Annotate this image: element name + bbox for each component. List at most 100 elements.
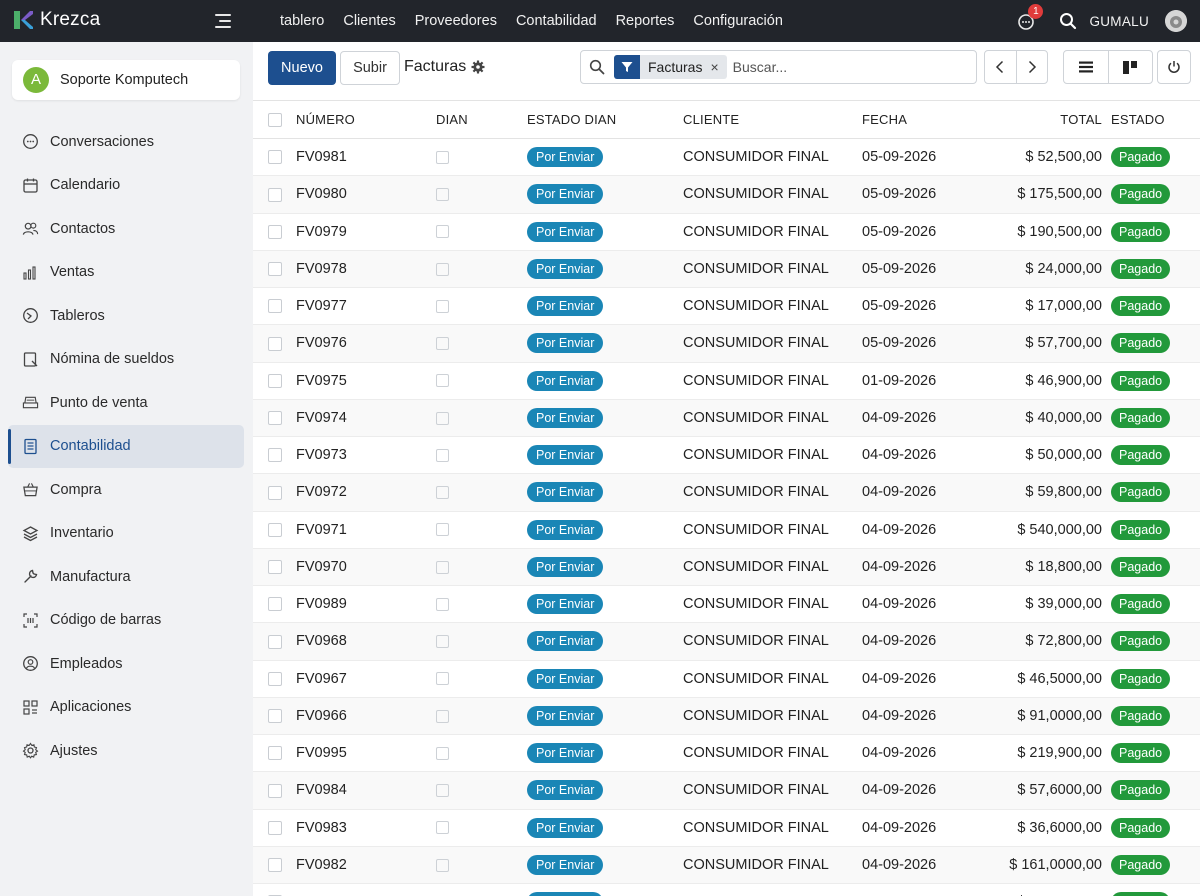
dian-checkbox[interactable] [436,486,449,500]
topnav-item-reportes[interactable]: Reportes [616,13,675,29]
header-cliente[interactable]: CLIENTE [683,100,862,139]
table-row[interactable]: FV0979 Por Enviar CONSUMIDOR FINAL 05-09… [253,213,1200,251]
row-checkbox[interactable] [268,448,282,463]
header-estado[interactable]: ESTADO [1102,100,1200,139]
sidebar-item-aplicaciones[interactable]: Aplicaciones [8,686,244,730]
power-button[interactable] [1157,50,1191,84]
row-checkbox[interactable] [268,709,282,724]
dian-checkbox[interactable] [436,560,449,574]
topnav-item-proveedores[interactable]: Proveedores [415,13,497,29]
table-row[interactable]: FV0973 Por Enviar CONSUMIDOR FINAL 04-09… [253,436,1200,475]
sidebar-item-codigo-de-barras[interactable]: Código de barras [8,599,244,643]
dian-checkbox[interactable] [436,262,449,276]
row-checkbox[interactable] [268,522,282,537]
search-icon[interactable] [589,59,605,75]
sidebar-item-nomina[interactable]: Nómina de sueldos [8,338,244,382]
header-numero[interactable]: NÚMERO [296,100,436,139]
row-checkbox[interactable] [268,560,282,575]
sidebar-item-tableros[interactable]: Tableros [8,294,244,338]
company-switcher[interactable]: A Soporte Komputech [12,60,240,100]
table-row[interactable]: FV0971 Por Enviar CONSUMIDOR FINAL 04-09… [253,511,1200,549]
sidebar-item-empleados[interactable]: Empleados [8,642,244,686]
topnav-item-tablero[interactable]: tablero [280,13,324,29]
dian-checkbox[interactable] [436,858,449,872]
remove-filter-button[interactable]: × [710,59,726,75]
menu-toggle-icon[interactable] [215,13,233,29]
dian-checkbox[interactable] [436,337,449,351]
dian-checkbox[interactable] [436,188,449,202]
table-row[interactable]: FV0981 Por Enviar CONSUMIDOR FINAL 05-09… [253,138,1200,177]
select-all-checkbox[interactable] [268,113,282,128]
kanban-view-button[interactable] [1109,51,1153,83]
row-checkbox[interactable] [268,634,282,649]
settings-gear-icon[interactable] [471,60,485,74]
sidebar-item-inventario[interactable]: Inventario [8,512,244,556]
dian-checkbox[interactable] [436,523,449,537]
row-checkbox[interactable] [268,485,282,500]
row-checkbox[interactable] [268,187,282,202]
row-checkbox[interactable] [268,299,282,314]
topnav-item-configuracion[interactable]: Configuración [693,13,782,29]
sidebar-item-contabilidad[interactable]: Contabilidad [8,424,244,468]
sidebar-item-ventas[interactable]: Ventas [8,251,244,295]
row-checkbox[interactable] [268,150,282,165]
dian-checkbox[interactable] [436,746,449,760]
header-fecha[interactable]: FECHA [862,100,972,139]
search-icon[interactable] [1059,12,1077,30]
dian-checkbox[interactable] [436,672,449,686]
dian-checkbox[interactable] [436,709,449,723]
table-row[interactable]: FV0995 Por Enviar CONSUMIDOR FINAL 04-09… [253,734,1200,773]
header-estado-dian[interactable]: ESTADO DIAN [527,100,683,139]
table-row[interactable]: FV0975 Por Enviar CONSUMIDOR FINAL 01-09… [253,362,1200,400]
table-row[interactable]: FV0978 Por Enviar CONSUMIDOR FINAL 05-09… [253,250,1200,289]
row-checkbox[interactable] [268,783,282,798]
table-row[interactable]: FV0977 Por Enviar CONSUMIDOR FINAL 05-09… [253,287,1200,326]
dian-checkbox[interactable] [436,150,449,164]
table-row[interactable]: FV0984 Por Enviar CONSUMIDOR FINAL 04-09… [253,771,1200,810]
sidebar-item-compra[interactable]: Compra [8,468,244,512]
sidebar-item-ajustes[interactable]: Ajustes [8,729,244,773]
next-page-button[interactable] [1017,51,1048,83]
topnav-item-contabilidad[interactable]: Contabilidad [516,13,597,29]
dian-checkbox[interactable] [436,597,449,611]
dian-checkbox[interactable] [436,374,449,388]
user-avatar[interactable] [1165,10,1187,32]
dian-checkbox[interactable] [436,821,449,835]
row-checkbox[interactable] [268,858,282,873]
sidebar-item-manufactura[interactable]: Manufactura [8,555,244,599]
notifications-button[interactable]: 1 [1017,4,1044,32]
row-checkbox[interactable] [268,671,282,686]
sidebar-item-calendario[interactable]: Calendario [8,164,244,208]
table-row[interactable]: FV0974 Por Enviar CONSUMIDOR FINAL 04-09… [253,399,1200,438]
sidebar-item-punto-de-venta[interactable]: Punto de venta [8,381,244,425]
table-row[interactable]: FV0980 Por Enviar CONSUMIDOR FINAL 05-09… [253,175,1200,214]
row-checkbox[interactable] [268,262,282,277]
dian-checkbox[interactable] [436,448,449,462]
user-name[interactable]: GUMALU [1089,14,1149,29]
new-button[interactable]: Nuevo [268,51,336,85]
previous-page-button[interactable] [985,51,1017,83]
row-checkbox[interactable] [268,224,282,239]
row-checkbox[interactable] [268,373,282,388]
table-row[interactable]: FV0983 Por Enviar CONSUMIDOR FINAL 04-09… [253,809,1200,847]
header-dian[interactable]: DIAN [436,100,527,139]
search-input[interactable] [732,59,963,75]
row-checkbox[interactable] [268,411,282,426]
table-row[interactable]: FV0966 Por Enviar CONSUMIDOR FINAL 04-09… [253,697,1200,736]
table-row[interactable]: FV0976 Por Enviar CONSUMIDOR FINAL 01-09… [253,883,1200,896]
sidebar-item-contactos[interactable]: Contactos [8,207,244,251]
table-row[interactable]: FV0967 Por Enviar CONSUMIDOR FINAL 04-09… [253,660,1200,698]
table-row[interactable]: FV0970 Por Enviar CONSUMIDOR FINAL 04-09… [253,548,1200,587]
header-total[interactable]: TOTAL [972,100,1102,139]
brand-logo[interactable]: Krezca [12,9,100,31]
dian-checkbox[interactable] [436,299,449,313]
row-checkbox[interactable] [268,336,282,351]
upload-button[interactable]: Subir [340,51,400,85]
dian-checkbox[interactable] [436,784,449,798]
table-row[interactable]: FV0968 Por Enviar CONSUMIDOR FINAL 04-09… [253,622,1200,661]
row-checkbox[interactable] [268,746,282,761]
table-row[interactable]: FV0989 Por Enviar CONSUMIDOR FINAL 04-09… [253,585,1200,624]
dian-checkbox[interactable] [436,225,449,239]
row-checkbox[interactable] [268,597,282,612]
dian-checkbox[interactable] [436,411,449,425]
